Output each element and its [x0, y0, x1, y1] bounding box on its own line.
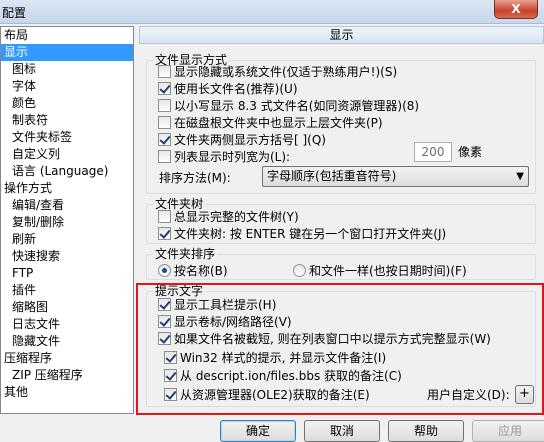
- radio-by-name-dot[interactable]: [158, 264, 171, 277]
- sidebar-item[interactable]: 编辑/查看: [1, 197, 133, 214]
- sidebar-item[interactable]: 压缩程序: [1, 350, 133, 367]
- checkbox-full-tree-box[interactable]: [158, 210, 171, 223]
- checkbox-enter-opens[interactable]: 文件夹树: 按 ENTER 键在另一个窗口打开文件夹(J): [158, 226, 446, 243]
- sidebar-item[interactable]: 复制/删除: [1, 214, 133, 231]
- checkbox-long-names-box[interactable]: [158, 82, 171, 95]
- checkbox-long-names-label: 使用长文件名(推荐)(U): [174, 82, 298, 96]
- checkbox-show-hidden-label: 显示隐藏或系统文件(仅适于熟练用户!)(S): [174, 65, 398, 79]
- highlight-frame: [136, 283, 544, 415]
- checkbox-parent-in-root[interactable]: 在磁盘根文件夹中也显示上层文件夹(P): [158, 115, 383, 132]
- sidebar-item[interactable]: 图标: [1, 61, 133, 78]
- checkbox-show-hidden-box[interactable]: [158, 65, 171, 78]
- checkbox-enter-opens-box[interactable]: [158, 227, 171, 240]
- title-bar: 配置 X: [0, 0, 544, 24]
- sidebar-item[interactable]: 日志文件: [1, 316, 133, 333]
- sidebar-item[interactable]: 语言 (Language): [1, 163, 133, 180]
- sort-method-label: 排序方法(M):: [159, 171, 231, 185]
- sidebar-item[interactable]: 自定义列: [1, 146, 133, 163]
- ok-button[interactable]: 确定: [220, 420, 296, 442]
- sidebar-item[interactable]: 快速搜索: [1, 248, 133, 265]
- radio-like-files[interactable]: 和文件一样(也按日期时间)(F): [293, 263, 467, 280]
- checkbox-column-width-label: 列表显示时列宽为(L):: [174, 150, 291, 164]
- sidebar-item[interactable]: 操作方式: [1, 180, 133, 197]
- checkbox-column-width-box[interactable]: [158, 150, 171, 163]
- checkbox-show-hidden[interactable]: 显示隐藏或系统文件(仅适于熟练用户!)(S): [158, 64, 397, 81]
- radio-by-name-label: 按名称(B): [174, 264, 228, 278]
- category-tree[interactable]: 布局 显示 图标 字体 颜色 制表符 文件夹标签 自定义列 语言 (Language) 操作方式编…: [0, 26, 134, 414]
- apply-button[interactable]: 应用: [472, 420, 544, 442]
- checkbox-full-tree-label: 总显示完整的文件树(Y): [174, 210, 299, 224]
- window-title: 配置: [2, 6, 27, 20]
- chevron-down-icon: ▼: [516, 171, 524, 182]
- help-button[interactable]: 帮助: [388, 420, 464, 442]
- checkbox-enter-opens-label: 文件夹树: 按 ENTER 键在另一个窗口打开文件夹(J): [174, 227, 447, 241]
- checkbox-parent-in-root-box[interactable]: [158, 116, 171, 129]
- checkbox-column-width[interactable]: 列表显示时列宽为(L):: [158, 149, 290, 166]
- close-icon: X: [511, 2, 521, 16]
- sidebar-item[interactable]: 文件夹标签: [1, 129, 133, 146]
- column-width-unit: 像素: [458, 145, 483, 159]
- panel-title: 显示: [139, 26, 544, 44]
- sidebar-item[interactable]: 颜色: [1, 95, 133, 112]
- sidebar-item[interactable]: 其他: [1, 384, 133, 401]
- checkbox-brackets-label: 文件夹两侧显示方括号[ ](Q): [174, 133, 326, 147]
- checkbox-brackets-box[interactable]: [158, 133, 171, 146]
- checkbox-brackets[interactable]: 文件夹两侧显示方括号[ ](Q): [158, 132, 326, 149]
- checkbox-lowercase-83[interactable]: 以小写显示 8.3 式文件名(如同资源管理器)(8): [158, 98, 419, 115]
- sidebar-item[interactable]: 插件: [1, 282, 133, 299]
- sidebar-item[interactable]: ZIP 压缩程序: [1, 367, 133, 384]
- radio-like-files-label: 和文件一样(也按日期时间)(F): [309, 264, 467, 278]
- cancel-button[interactable]: 取消: [304, 420, 380, 442]
- sidebar-item[interactable]: 隐藏文件: [1, 333, 133, 350]
- sort-method-select[interactable]: 字母顺序(包括重音符号) ▼: [262, 166, 529, 187]
- sidebar-item[interactable]: 制表符: [1, 112, 133, 129]
- checkbox-parent-in-root-label: 在磁盘根文件夹中也显示上层文件夹(P): [174, 116, 383, 130]
- radio-by-name[interactable]: 按名称(B): [158, 263, 228, 280]
- sidebar-item[interactable]: 缩略图: [1, 299, 133, 316]
- checkbox-full-tree[interactable]: 总显示完整的文件树(Y): [158, 209, 299, 226]
- sidebar-item[interactable]: 字体: [1, 78, 133, 95]
- checkbox-lowercase-83-label: 以小写显示 8.3 式文件名(如同资源管理器)(8): [174, 99, 420, 113]
- folder-sort-label: 文件夹排序: [153, 247, 218, 261]
- radio-like-files-dot[interactable]: [293, 264, 306, 277]
- sort-method-value: 字母顺序(包括重音符号): [267, 169, 397, 183]
- checkbox-long-names[interactable]: 使用长文件名(推荐)(U): [158, 81, 298, 98]
- sidebar-item[interactable]: 显示: [1, 44, 133, 61]
- column-width-input[interactable]: 200: [414, 142, 452, 162]
- sidebar-item[interactable]: 刷新: [1, 231, 133, 248]
- close-button[interactable]: X: [494, 0, 538, 19]
- checkbox-lowercase-83-box[interactable]: [158, 99, 171, 112]
- sidebar-item[interactable]: 布局: [1, 27, 133, 44]
- sidebar-item[interactable]: FTP: [1, 265, 133, 282]
